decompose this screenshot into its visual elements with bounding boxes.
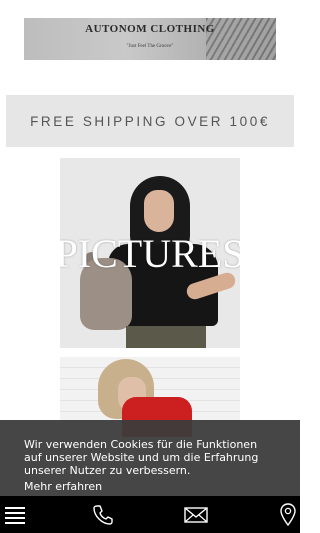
logo-banner[interactable]: AUTONOM CLOTHING "Just Feel The Groove" <box>24 18 276 60</box>
bottom-nav <box>0 496 300 533</box>
cookie-more-info-link[interactable]: Mehr erfahren <box>24 480 278 493</box>
phone-icon <box>93 504 113 525</box>
cookie-text: Wir verwenden Cookies für die Funktionen… <box>24 438 259 477</box>
model-pants <box>126 326 206 348</box>
model-face <box>144 190 174 232</box>
menu-button[interactable] <box>0 496 30 533</box>
mail-button[interactable] <box>166 496 226 533</box>
free-shipping-banner: FREE SHIPPING OVER 100€ <box>6 95 294 147</box>
pictures-overlay-text: PICTURES <box>60 231 240 276</box>
menu-icon <box>5 506 25 524</box>
page: AUTONOM CLOTHING "Just Feel The Groove" … <box>0 0 300 533</box>
location-icon <box>280 502 296 526</box>
mail-icon <box>184 506 208 523</box>
phone-button[interactable] <box>73 496 133 533</box>
pictures-image-link[interactable]: PICTURES <box>60 158 240 348</box>
location-button[interactable] <box>258 496 300 533</box>
logo-title: AUTONOM CLOTHING <box>85 23 215 35</box>
logo-tagline: "Just Feel The Groove" <box>126 44 174 49</box>
cookie-banner: Wir verwenden Cookies für die Funktionen… <box>0 420 300 498</box>
free-shipping-text: FREE SHIPPING OVER 100€ <box>30 113 270 129</box>
